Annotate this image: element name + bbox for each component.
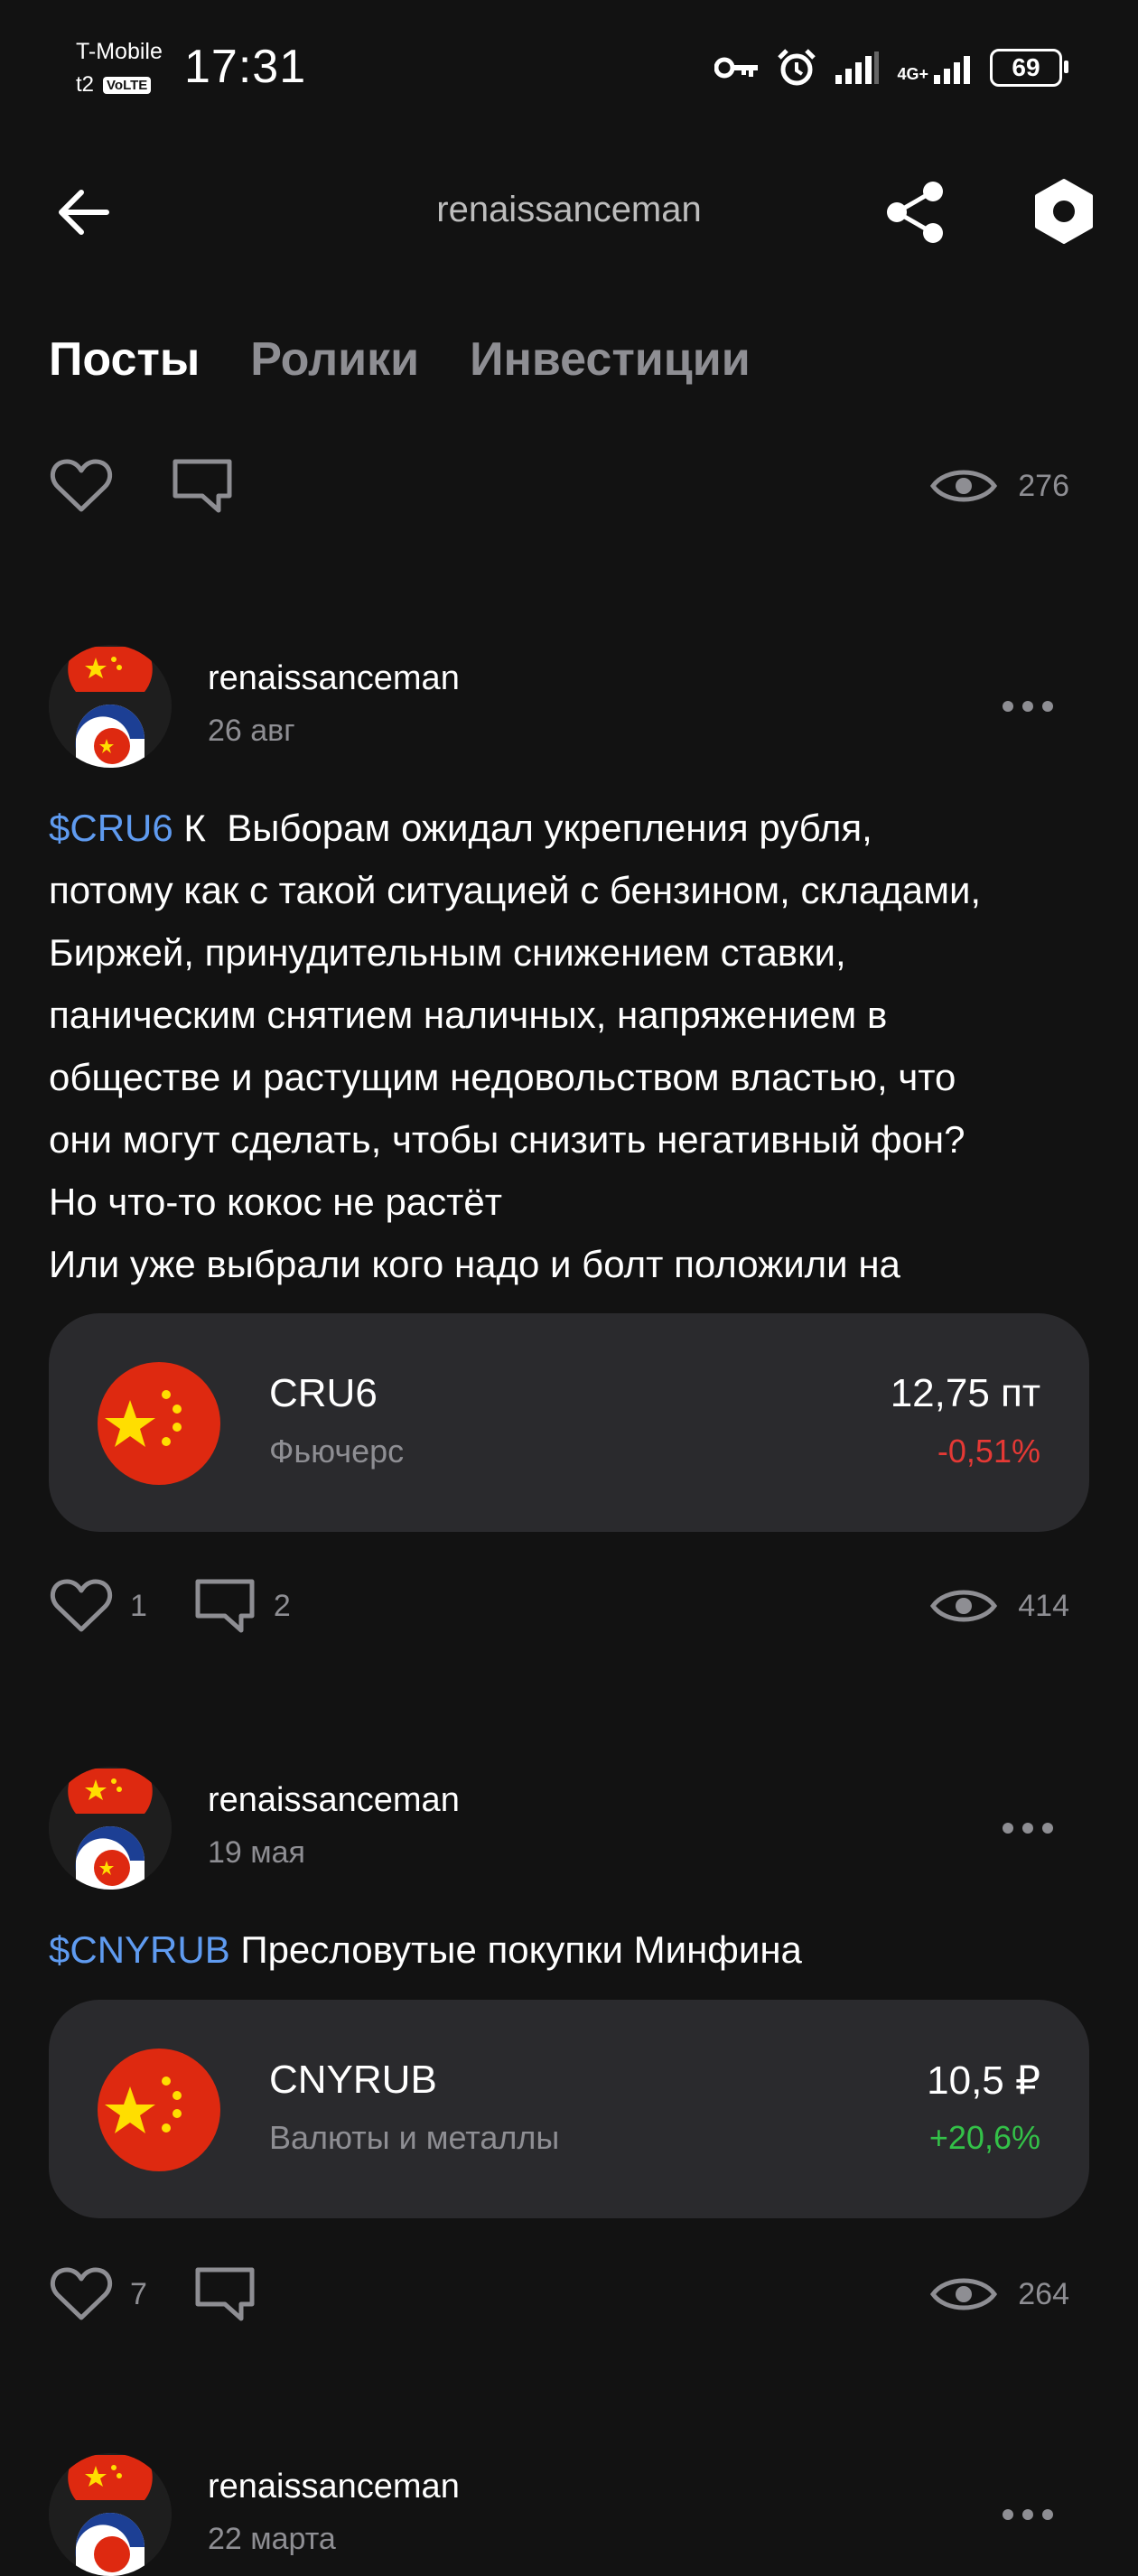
post-text-line: $CRU6 К Выборам ожидал укрепления рубля,	[49, 797, 1096, 859]
post-text-line: Но что-то кокос не растёт	[49, 1181, 502, 1223]
views-counter: 264	[929, 2273, 1069, 2316]
avatar-image	[49, 645, 172, 768]
post-text: $CRU6 К Выборам ожидал укрепления рубля,…	[49, 797, 1096, 1295]
more-options-icon[interactable]	[999, 697, 1057, 715]
post-text-line: Или уже выбрали кого надо и болт положил…	[49, 1243, 900, 1285]
comments-count: 2	[273, 1588, 291, 1623]
alarm-icon	[778, 49, 816, 86]
ticker-link[interactable]: $CRU6	[49, 807, 173, 849]
signal-icon	[835, 51, 880, 84]
post-text-line: обществе и растущим недовольством власть…	[49, 1056, 956, 1098]
profile-tabs: Посты Ролики Инвестиции	[49, 332, 751, 387]
heart-icon	[50, 459, 113, 512]
post-text-line: $CNYRUB Пресловутые покупки Минфина	[49, 1918, 1096, 1981]
post-actions: 7 264	[49, 2258, 1069, 2330]
carrier-secondary-name: t2	[76, 72, 95, 97]
ticker-link[interactable]: $CNYRUB	[49, 1928, 230, 1971]
instrument-type: Валюты и металлы	[269, 2119, 560, 2156]
post-author[interactable]: renaissanceman	[208, 659, 460, 698]
author-avatar[interactable]	[49, 645, 172, 768]
post-author[interactable]: renaissanceman	[208, 2468, 460, 2506]
carrier-name: T-Mobile	[76, 39, 163, 64]
instrument-card[interactable]: CNYRUB Валюты и металлы 10,5 ₽ +20,6%	[49, 2000, 1089, 2218]
like-button[interactable]	[49, 457, 114, 515]
more-options-icon[interactable]	[999, 2506, 1057, 2524]
views-counter: 276	[929, 464, 1069, 508]
likes-count: 7	[130, 2276, 147, 2311]
instrument-card[interactable]: CRU6 Фьючерс 12,75 пт -0,51%	[49, 1313, 1089, 1532]
post-actions: 1 2 414	[49, 1570, 1069, 1642]
status-icons: 4G+ 69	[714, 47, 1068, 89]
battery-indicator: 69	[990, 49, 1068, 87]
heart-icon	[50, 2267, 113, 2320]
comment-icon	[195, 1579, 255, 1633]
instrument-price: 12,75 пт	[890, 1371, 1040, 1415]
battery-level: 69	[1012, 53, 1040, 81]
comment-button[interactable]	[170, 456, 235, 516]
eye-icon	[930, 2278, 998, 2310]
views-count: 264	[1018, 2276, 1069, 2311]
carrier-secondary: t2 VoLTE	[76, 72, 152, 98]
key-icon	[714, 57, 759, 79]
volte-badge: VoLTE	[103, 76, 152, 94]
china-flag-icon	[98, 2049, 220, 2171]
eye-icon	[930, 470, 998, 502]
post-text: $CNYRUB Пресловутые покупки Минфина	[49, 1918, 1096, 1981]
more-options-icon[interactable]	[999, 1819, 1057, 1837]
comment-button[interactable]	[192, 2264, 257, 2324]
author-avatar[interactable]	[49, 2453, 172, 2576]
views-count: 414	[1018, 1588, 1069, 1623]
views-counter: 414	[929, 1584, 1069, 1628]
post-text-line: они могут сделать, чтобы снизить негатив…	[49, 1118, 965, 1161]
post-actions: 276	[49, 450, 1069, 522]
post-text-segment: Пресловутые покупки Минфина	[229, 1928, 802, 1971]
tab-posts[interactable]: Посты	[49, 332, 200, 387]
post-text-line: Биржей, принудительным снижением ставки,	[49, 931, 846, 974]
avatar-image	[49, 1767, 172, 1890]
post-text-segment: К Выборам ожидал укрепления рубля,	[173, 807, 872, 849]
network-signal: 4G+	[897, 51, 974, 84]
comment-button[interactable]: 2	[192, 1576, 291, 1636]
instrument-change: +20,6%	[928, 2119, 1040, 2156]
post-date: 22 марта	[208, 2522, 336, 2556]
china-flag-icon	[98, 1362, 220, 1485]
post-text-line: потому как с такой ситуацией с бензином,…	[49, 869, 982, 911]
tab-investments[interactable]: Инвестиции	[470, 332, 751, 387]
share-icon[interactable]	[881, 179, 953, 246]
instrument-type: Фьючерс	[269, 1433, 405, 1470]
post-author[interactable]: renaissanceman	[208, 1781, 460, 1820]
comment-icon	[195, 2267, 255, 2321]
signal-icon-2	[934, 56, 970, 84]
post-date: 19 мая	[208, 1835, 305, 1870]
page-title: renaissanceman	[436, 190, 702, 229]
author-avatar[interactable]	[49, 1767, 172, 1890]
heart-icon	[50, 1579, 113, 1632]
instrument-name: CNYRUB	[269, 2058, 437, 2102]
like-button[interactable]: 7	[49, 2265, 147, 2323]
network-type: 4G+	[897, 65, 928, 83]
settings-icon[interactable]	[1030, 177, 1098, 246]
instrument-price: 10,5 ₽	[927, 2058, 1040, 2103]
avatar-image	[49, 2453, 172, 2576]
instrument-change: -0,51%	[937, 1433, 1040, 1470]
post-text-line: паническим снятием наличных, напряжением…	[49, 994, 888, 1036]
post-date: 26 авг	[208, 714, 295, 748]
status-time: 17:31	[184, 41, 307, 93]
eye-icon	[930, 1590, 998, 1622]
instrument-name: CRU6	[269, 1371, 378, 1415]
like-button[interactable]: 1	[49, 1577, 147, 1635]
views-count: 276	[1018, 468, 1069, 503]
comment-icon	[173, 459, 232, 513]
likes-count: 1	[130, 1588, 147, 1623]
tab-videos[interactable]: Ролики	[250, 332, 419, 387]
